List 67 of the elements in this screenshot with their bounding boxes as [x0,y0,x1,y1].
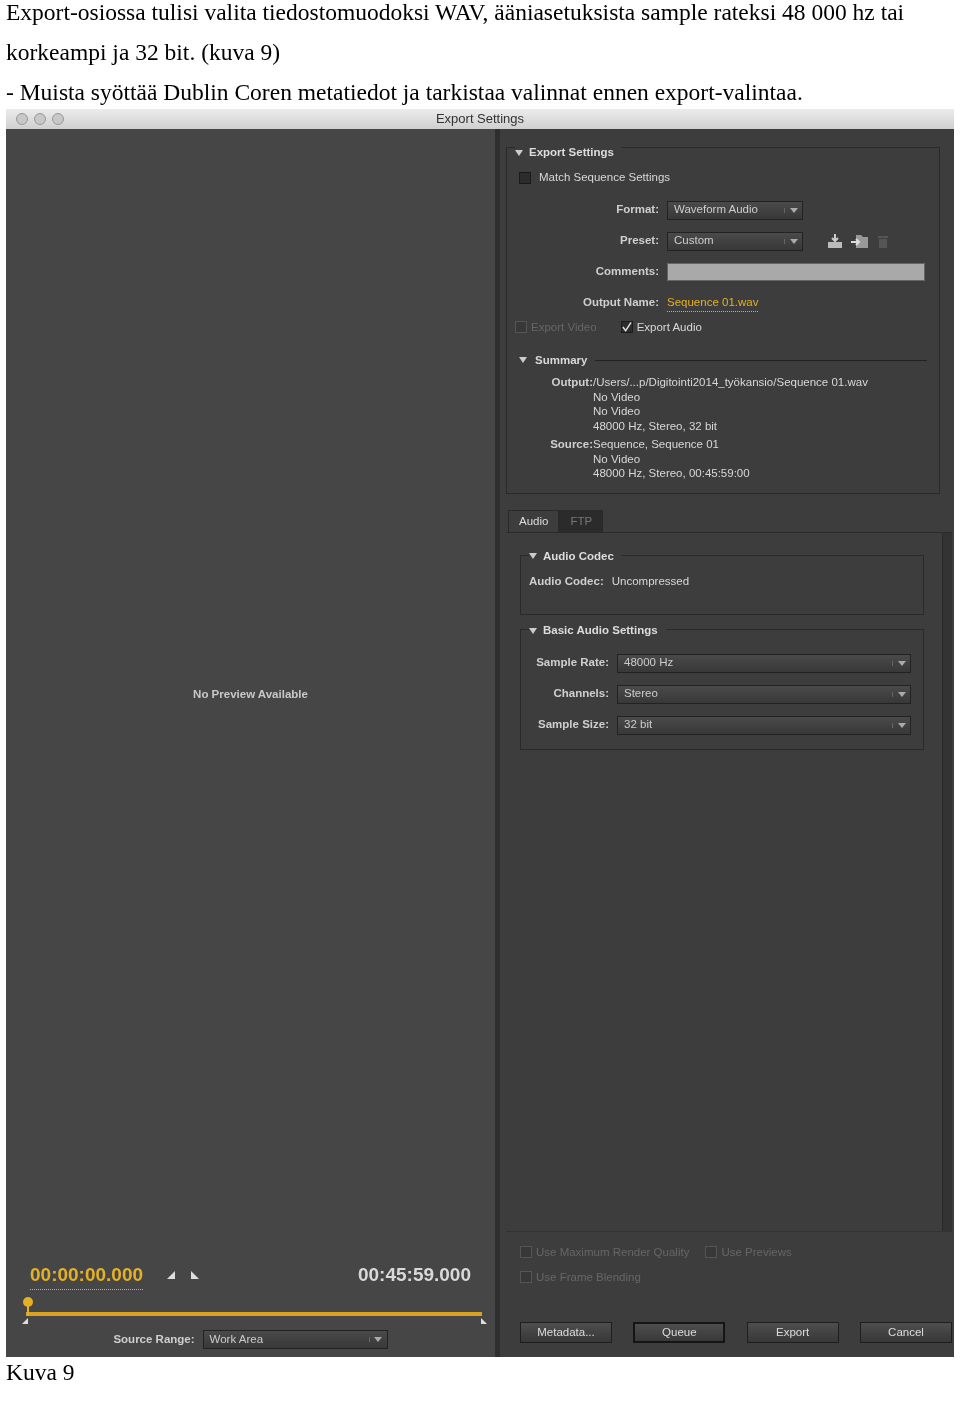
field-label: Output Name: [581,295,659,311]
dropdown[interactable]: 48000 Hz [617,653,911,673]
field-label: Format: [615,202,659,218]
paragraph: - Muista syöttää Dublin Coren metatiedot ja tarkistaa valinnat ennen export-valintaa. [6,78,804,107]
field-label: Comments: [594,264,659,280]
checkmark-icon [621,322,632,333]
import-preset-icon[interactable] [851,234,869,248]
window-title: Export Settings [434,110,526,129]
field-label: Audio Codec: [529,574,604,589]
dropdown[interactable]: 32 bit [617,715,911,735]
section-title: Summary [535,352,588,368]
summary-text: 48000 Hz, Stereo, 32 bit [593,418,719,433]
mark-out-icon[interactable] [191,1271,200,1280]
figure-caption: Kuva 9 [6,1359,75,1385]
start-timecode[interactable]: 00:00:00.000 [30,1260,144,1290]
caret-icon [374,1337,383,1342]
dropdown[interactable]: Work Area [202,1330,388,1349]
section-title: Audio Codec [543,548,614,564]
field-label: Sample Size: [537,717,609,733]
caret-icon [897,691,906,697]
disclosure-triangle-icon[interactable] [515,148,523,157]
checkbox[interactable] [519,171,531,184]
dropdown[interactable]: Waveform Audio [667,200,803,220]
field-value: Uncompressed [611,574,690,589]
tab[interactable]: Audio [508,509,560,532]
save-preset-icon[interactable] [827,234,843,248]
window-control-button[interactable] [52,113,64,125]
output-name-link[interactable]: Sequence 01.wav [667,293,759,313]
disclosure-triangle-icon[interactable] [529,626,537,635]
end-timecode: 00:45:59.000 [357,1263,471,1287]
comments-field[interactable] [667,263,925,281]
caret-icon [789,238,798,244]
checkbox-label: Export Audio [636,319,702,335]
caret-icon [789,207,798,213]
checkbox[interactable] [620,321,633,334]
dialog-button[interactable]: Export [746,1322,839,1343]
summary-text: Sequence, Sequence 01 [593,437,720,452]
timeline-range-bar[interactable] [22,1296,487,1326]
caret-icon [897,660,906,666]
summary-label: Source: [549,437,593,452]
dialog-button[interactable]: Cancel [860,1322,952,1343]
trash-icon[interactable] [877,234,889,248]
field-label: Channels: [552,686,609,702]
disclosure-triangle-icon[interactable] [519,356,527,365]
field-label: Sample Rate: [535,655,609,671]
window-control-button[interactable] [16,113,28,125]
summary-text: No Video [593,404,642,419]
checkbox-label: Match Sequence Settings [539,170,671,186]
dropdown[interactable]: Custom [667,231,803,251]
mark-in-icon[interactable] [167,1271,176,1280]
summary-text: No Video [593,389,642,404]
summary-text: 48000 Hz, Stereo, 00:45:59:00 [593,466,750,481]
dialog-button[interactable]: Queue [633,1322,726,1343]
field-label: Preset: [619,233,659,249]
summary-text: /Users/...p/Digitointi2014_työkansio/Sequence 01.wav [593,375,868,390]
paragraph: Export-osiossa tulisi valita tiedostomuodoksi WAV, ääniasetuksista sample rateksi 48 000 hz tai korkeampi ja 32 bit. (kuva 9) [6,0,906,67]
summary-label: Output: [550,375,593,390]
disclosure-triangle-icon[interactable] [529,552,537,561]
summary-text: No Video [593,451,642,466]
preview-message: No Preview Available [193,687,308,703]
dropdown[interactable]: Stereo [617,684,911,704]
section-title: Export Settings [529,145,614,160]
window-control-button[interactable] [34,113,46,125]
dialog-button[interactable]: Metadata... [520,1322,612,1343]
field-label: Source Range: [113,1331,195,1347]
caret-icon [897,722,906,728]
section-title: Basic Audio Settings [543,623,658,639]
